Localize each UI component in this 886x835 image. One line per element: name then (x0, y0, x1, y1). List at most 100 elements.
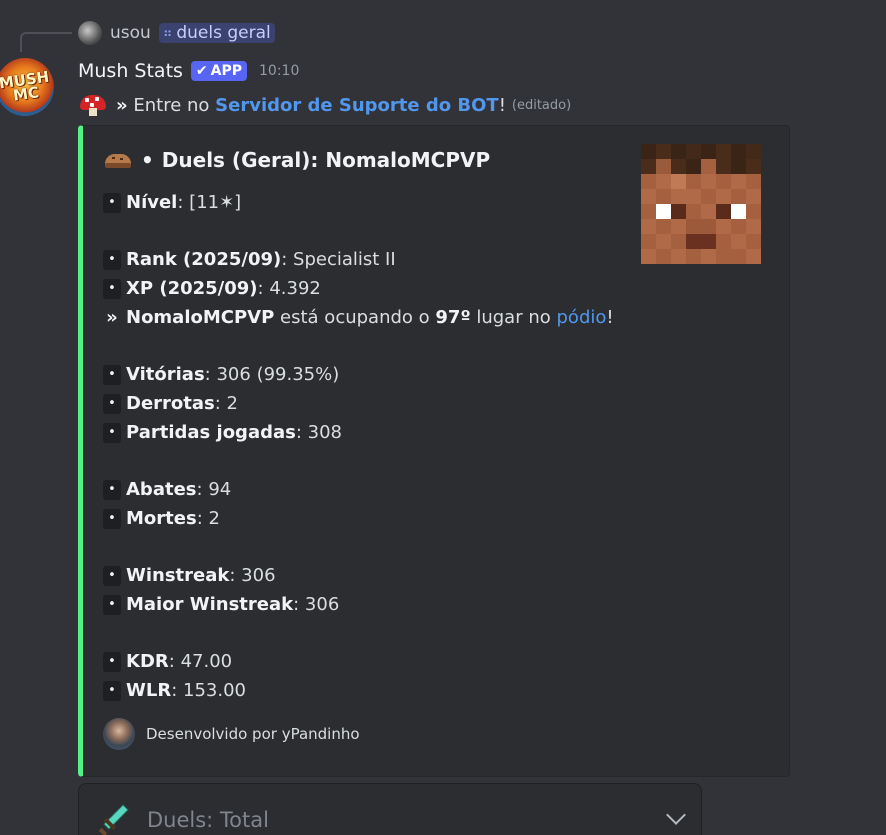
bread-icon (103, 151, 133, 169)
field-value: 153.00 (183, 680, 246, 701)
chevron-down-icon[interactable] (666, 805, 686, 825)
field-sep: : (295, 422, 302, 443)
diamond-sword-icon (97, 802, 133, 835)
field-label: Maior Winstreak (126, 594, 294, 615)
podium-player: NomaloMCPVP (126, 307, 275, 328)
select-content: Duels: Total (97, 802, 269, 835)
field-label: Vitórias (126, 364, 205, 385)
bullet-marker: • (103, 594, 121, 615)
checkmark-icon: ✔ (195, 63, 208, 79)
field-sep: : (257, 278, 264, 299)
field-derrotas: • Derrotas: 2 (103, 389, 614, 418)
field-value: 2 (208, 508, 220, 529)
timestamp[interactable]: 10:10 (259, 63, 299, 79)
field-label: WLR (126, 680, 172, 701)
podium-text-1: está ocupando o (280, 307, 430, 328)
app-badge-label: APP (210, 63, 243, 79)
bullet-marker: • (103, 508, 121, 529)
reply-user-text: usou (110, 23, 151, 43)
podium-position: 97º (435, 307, 471, 328)
field-value: 2 (226, 393, 238, 414)
field-label: Nível (126, 192, 178, 213)
bot-avatar-logo: MUSH MC (0, 67, 51, 105)
field-label: Derrotas (126, 393, 215, 414)
edited-label: (editado) (511, 97, 572, 113)
field-label: Rank (2025/09) (126, 249, 282, 270)
field-mortes: • Mortes: 2 (103, 504, 614, 533)
bullet-marker: • (103, 422, 121, 443)
content-suffix: ! (498, 94, 506, 116)
bullet-marker: • (103, 278, 121, 299)
field-sep: : (196, 479, 203, 500)
field-winstreak: • Winstreak: 306 (103, 561, 614, 590)
message-header: Mush Stats ✔ APP 10:10 (78, 58, 299, 84)
bullet-marker: • (103, 192, 121, 213)
message-content: » Entre no Servidor de Suporte do BOT! (… (78, 92, 571, 118)
field-value: 94 (208, 479, 232, 500)
field-sep: : (168, 651, 175, 672)
developer-avatar (103, 718, 135, 750)
apps-icon: ⠶ (162, 25, 173, 41)
podium-text-2: lugar no (476, 307, 551, 328)
reply-context[interactable]: usou ⠶ duels geral (78, 20, 275, 46)
field-rank: • Rank (2025/09): Specialist II (103, 245, 614, 274)
field-nivel: • Nível: [11✶] (103, 188, 614, 217)
field-value: 306 (99.35%) (216, 364, 340, 385)
field-label: Partidas jogadas (126, 422, 296, 443)
field-sep: : (214, 393, 221, 414)
bullet-marker: • (103, 651, 121, 672)
red-mushroom-icon (78, 94, 108, 116)
bullet-marker: • (103, 565, 121, 586)
podium-end: ! (606, 307, 614, 328)
podium-line: » NomaloMCPVP está ocupando o 97º lugar … (103, 303, 614, 332)
field-sep: : (293, 594, 300, 615)
field-label: Winstreak (126, 565, 230, 586)
arrow-marker: » (106, 307, 118, 328)
podium-link[interactable]: pódio (557, 307, 607, 328)
embed-fields: • Nível: [11✶] • Rank (2025/09): Special… (103, 188, 614, 705)
field-xp: • XP (2025/09): 4.392 (103, 274, 614, 303)
field-sep: : (171, 680, 178, 701)
field-kdr: • KDR: 47.00 (103, 647, 614, 676)
field-label: KDR (126, 651, 169, 672)
field-label: Mortes (126, 508, 197, 529)
field-maior-winstreak: • Maior Winstreak: 306 (103, 590, 614, 619)
command-name: duels geral (176, 23, 271, 43)
field-vitorias: • Vitórias: 306 (99.35%) (103, 360, 614, 389)
field-sep: : (229, 565, 236, 586)
field-value: 47.00 (180, 651, 233, 672)
select-label: Duels: Total (147, 808, 269, 832)
skin-head-thumbnail[interactable] (641, 144, 761, 264)
content-prefix: » (116, 94, 128, 116)
reply-spine (20, 32, 72, 52)
field-sep: : (204, 364, 211, 385)
bullet-marker: • (103, 479, 121, 500)
reply-avatar[interactable] (78, 21, 102, 45)
field-sep: : (177, 192, 184, 213)
bullet-marker: • (103, 680, 121, 701)
field-value: [11✶] (189, 192, 242, 213)
embed-title-text: Duels (Geral): NomaloMCPVP (161, 148, 491, 172)
mode-select-menu[interactable]: Duels: Total (78, 783, 702, 835)
app-badge: ✔ APP (190, 61, 248, 81)
footer-text: Desenvolvido por yPandinho (146, 725, 360, 743)
bullet-marker: • (103, 393, 121, 414)
content-text: Entre no (133, 94, 210, 116)
stats-embed: • Duels (Geral): NomaloMCPVP • Nível: [1… (78, 125, 790, 777)
field-abates: • Abates: 94 (103, 475, 614, 504)
field-label: XP (2025/09) (126, 278, 258, 299)
field-value: 308 (307, 422, 343, 443)
author-name[interactable]: Mush Stats (78, 60, 183, 82)
field-sep: : (281, 249, 288, 270)
bullet-marker: • (103, 249, 121, 270)
bot-avatar[interactable]: MUSH MC (0, 58, 54, 116)
support-server-link[interactable]: Servidor de Suporte do BOT (215, 95, 499, 116)
field-sep: : (196, 508, 203, 529)
field-value: Specialist II (293, 249, 396, 270)
field-value: 306 (304, 594, 340, 615)
field-partidas: • Partidas jogadas: 308 (103, 418, 614, 447)
embed-title: • Duels (Geral): NomaloMCPVP (103, 146, 490, 174)
field-wlr: • WLR: 153.00 (103, 676, 614, 705)
bullet-marker: • (103, 364, 121, 385)
command-mention[interactable]: ⠶ duels geral (158, 23, 275, 43)
